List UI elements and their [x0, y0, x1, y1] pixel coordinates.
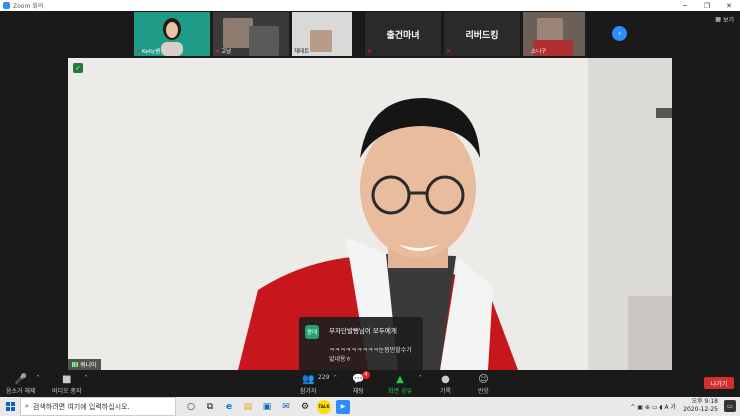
audio-options-caret[interactable]: ^	[36, 375, 40, 381]
zoom-icon[interactable]: ▶	[336, 399, 350, 414]
participants-button[interactable]: 👥 참가자	[300, 372, 317, 396]
windows-taskbar: ⌕ 검색하려면 여기에 입력하십시오. ○ ⧉ e ▤ ▣ ✉ ⚙ TALK ▶…	[0, 397, 740, 416]
start-button[interactable]	[0, 397, 20, 416]
muted-mic-icon: ✕	[525, 47, 531, 55]
maximize-button[interactable]: ❐	[696, 0, 718, 11]
view-label: 보기	[722, 17, 734, 24]
leave-button[interactable]: 나가기	[704, 377, 734, 389]
record-label: 기록	[440, 388, 452, 395]
participant-video	[310, 30, 332, 52]
participant-video	[161, 18, 183, 56]
speaker-name: 쿼니아	[80, 362, 97, 369]
tray-icons: ^ ▣ ⊕ ▭ ◖ A 가	[630, 404, 676, 411]
participant-tile[interactable]: ✕ Kelly쌤	[134, 12, 210, 56]
chat-badge: 4	[362, 371, 370, 379]
signal-icon	[72, 362, 78, 367]
clock-time: 오후 9:18	[691, 398, 718, 405]
participant-gallery: ✕ Kelly쌤 ✕ 고남 재태트 출건마녀 ✕ 리버드킹 ✕ ✕ 소니구	[134, 12, 585, 56]
notification-center-icon[interactable]: ▭	[724, 400, 736, 412]
view-button[interactable]: ▦ 보기	[715, 15, 734, 24]
window-titlebar: Zoom 회의 ─ ❐ ✕	[0, 0, 740, 11]
cortana-icon[interactable]: ○	[184, 400, 198, 414]
participants-label: 참가자	[300, 388, 317, 395]
muted-mic-icon: ✕	[215, 47, 221, 55]
reactions-icon: ☺	[478, 373, 489, 385]
close-button[interactable]: ✕	[718, 0, 740, 11]
participant-name: 재태트	[294, 49, 310, 55]
mail-icon[interactable]: ✉	[279, 400, 293, 414]
windows-icon	[5, 402, 15, 411]
participant-video	[249, 26, 279, 56]
search-icon: ⌕	[25, 402, 29, 410]
muted-mic-icon: ✕	[367, 48, 373, 55]
share-options-caret[interactable]: ^	[418, 375, 422, 381]
window-title: Zoom 회의	[13, 3, 44, 10]
reactions-button[interactable]: ☺ 반응	[478, 372, 490, 396]
muted-mic-icon: 🎤	[14, 373, 27, 385]
participant-name: 출건마녀	[386, 30, 420, 41]
taskbar-clock[interactable]: 오후 9:18 2020-12-25	[683, 398, 718, 414]
search-placeholder: 검색하려면 여기에 입력하십시오.	[32, 402, 130, 411]
video-camera-icon: ■	[62, 373, 72, 385]
participant-tile[interactable]: 재태트	[292, 12, 352, 56]
stop-video-label: 비디오 중지	[52, 388, 82, 395]
participant-name: 고남	[221, 49, 232, 55]
participant-tile[interactable]: 출건마녀 ✕	[365, 12, 441, 56]
taskbar-apps: ○ ⧉ e ▤ ▣ ✉ ⚙ TALK ▶	[184, 399, 350, 414]
unmute-label: 음소거 해제	[6, 388, 36, 395]
reactions-label: 반응	[478, 388, 490, 395]
grid-icon: ▦	[715, 16, 721, 23]
minimize-button[interactable]: ─	[674, 0, 696, 11]
speaker-name-tag: 쿼니아	[68, 359, 101, 370]
participant-tile[interactable]: ✕ 소니구	[523, 12, 585, 56]
taskbar-search-input[interactable]: ⌕ 검색하려면 여기에 입력하십시오.	[20, 397, 176, 416]
chat-label: 채팅	[352, 388, 364, 395]
participant-name: 소니구	[531, 49, 547, 55]
stop-video-button[interactable]: ■ 비디오 중지	[52, 372, 82, 396]
chevron-right-icon[interactable]: ›	[612, 26, 627, 41]
participant-name: 리버드킹	[465, 30, 499, 41]
kakaotalk-icon[interactable]: TALK	[317, 399, 331, 414]
security-shield-icon[interactable]: ✓	[73, 63, 83, 73]
participant-count: 229	[318, 374, 330, 381]
participant-tile[interactable]: ✕ 고남	[213, 12, 289, 56]
share-screen-label: 화면 공유	[388, 388, 412, 395]
participants-caret[interactable]: ^	[333, 375, 337, 381]
file-explorer-icon[interactable]: ▤	[241, 400, 255, 414]
task-view-icon[interactable]: ⧉	[203, 400, 217, 414]
video-options-caret[interactable]: ^	[84, 375, 88, 381]
record-icon: ●	[441, 373, 450, 385]
participant-name: Kelly쌤	[142, 49, 161, 55]
muted-mic-icon: ✕	[446, 48, 452, 55]
chat-avatar: 용대	[305, 325, 319, 339]
unmute-button[interactable]: 🎤 음소거 해제	[6, 372, 36, 396]
settings-icon[interactable]: ⚙	[298, 400, 312, 414]
muted-mic-icon: ✕	[136, 47, 142, 55]
participant-tile[interactable]: 리버드킹 ✕	[444, 12, 520, 56]
clock-date: 2020-12-25	[683, 406, 718, 414]
meeting-toolbar: 🎤 음소거 해제 ^ ■ 비디오 중지 ^ 👥 참가자 229 ^ 💬 채팅 4…	[0, 370, 740, 397]
store-icon[interactable]: ▣	[260, 400, 274, 414]
system-tray[interactable]: ^ ▣ ⊕ ▭ ◖ A 가	[630, 397, 676, 416]
share-screen-button[interactable]: ▲ 화면 공유	[388, 372, 412, 396]
record-button[interactable]: ● 기록	[440, 372, 452, 396]
chat-notification[interactable]: 용대 부자단발뻥님이 모두에게 ㅋㅋㅋㅋㅋㅋㅋㅋㅋ눈찡만할수가 없네용ㅎ	[299, 317, 423, 375]
chat-sender: 부자단발뻥님이 모두에게	[329, 327, 397, 335]
participants-icon: 👥	[302, 373, 315, 385]
share-screen-icon: ▲	[396, 373, 404, 385]
zoom-app-icon	[3, 2, 10, 9]
meeting-stage: ✕ Kelly쌤 ✕ 고남 재태트 출건마녀 ✕ 리버드킹 ✕ ✕ 소니구 › ▦ 보…	[0, 11, 740, 375]
chat-message: ㅋㅋㅋㅋㅋㅋㅋㅋㅋ눈찡만할수가 없네용ㅎ	[329, 347, 412, 363]
edge-icon[interactable]: e	[222, 400, 236, 414]
